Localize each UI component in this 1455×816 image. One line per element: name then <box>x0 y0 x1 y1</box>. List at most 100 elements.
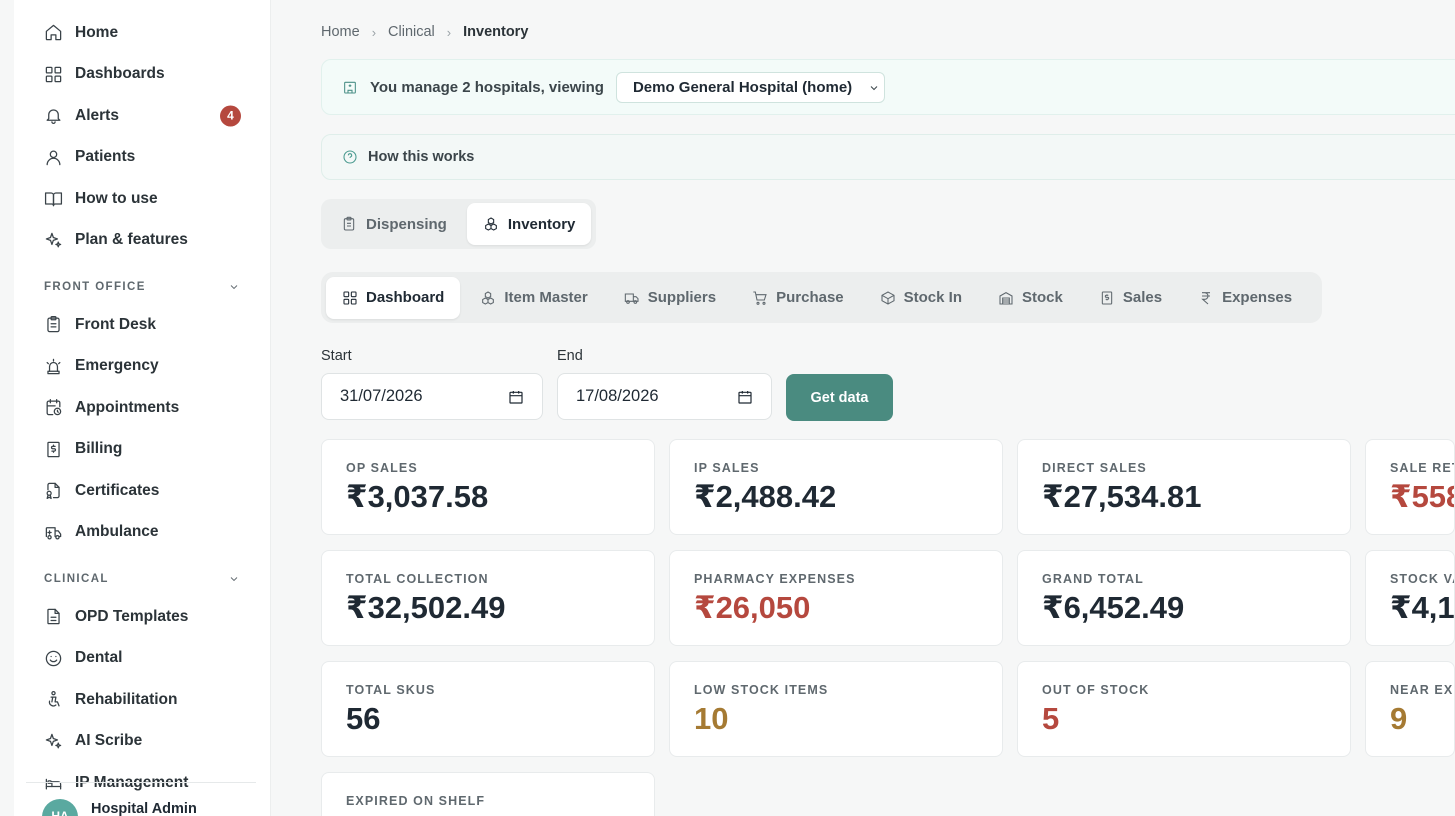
book-icon <box>44 192 63 207</box>
hospital-select[interactable]: Demo General Hospital (home) <box>615 71 885 103</box>
breadcrumb-current: Inventory <box>463 24 529 40</box>
tab-label: Item Master <box>504 289 588 306</box>
stat-value: ₹2,488.42 <box>694 479 837 514</box>
stat-label: NEAR EXP <box>1390 683 1454 697</box>
sidebar-item-patients[interactable]: Patients <box>14 137 270 179</box>
stat-label: OP SALES <box>346 461 418 475</box>
stat-card-grand-total: GRAND TOTAL ₹6,452.49 <box>1017 550 1351 646</box>
sidebar-item-label: Appointments <box>75 398 180 416</box>
hospital-select-value: Demo General Hospital (home) <box>632 78 853 96</box>
tab-label: Suppliers <box>647 289 717 306</box>
stat-label: GRAND TOTAL <box>1042 572 1144 586</box>
sidebar-item-label: Dashboards <box>75 65 165 83</box>
rupee-icon <box>1201 291 1211 304</box>
section-header-clinical[interactable]: CLINICAL <box>14 553 270 596</box>
calendar-icon[interactable] <box>508 389 524 405</box>
help-circle-icon <box>343 150 357 164</box>
bell-icon <box>46 109 61 125</box>
sidebar-item-appointments[interactable]: Appointments <box>14 387 270 429</box>
sidebar-item-label: Patients <box>75 148 136 166</box>
stat-value: 56 <box>346 701 381 736</box>
stat-label: STOCK VA <box>1390 572 1454 586</box>
stat-value: ₹6,452.49 <box>1042 590 1185 625</box>
user-name: Hospital Admin <box>91 801 197 816</box>
tab-label: Expenses <box>1222 289 1293 306</box>
grid-icon <box>45 66 62 83</box>
warehouse-icon <box>999 291 1013 305</box>
sidebar-item-rehabilitation[interactable]: Rehabilitation <box>14 679 270 721</box>
breadcrumb-clinical[interactable]: Clinical <box>388 24 435 40</box>
breadcrumb-home[interactable]: Home <box>321 24 360 40</box>
chevron-right-icon: › <box>371 24 377 40</box>
tab-dashboard[interactable]: Dashboard <box>326 276 461 319</box>
stat-value: ₹27,534.81 <box>1042 479 1202 514</box>
sidebar-item-front-desk[interactable]: Front Desk <box>14 304 270 346</box>
chevron-right-icon: › <box>446 24 452 40</box>
sidebar-item-home[interactable]: Home <box>14 12 270 54</box>
sidebar-item-label: OPD Templates <box>75 607 189 625</box>
sidebar-item-label: AI Scribe <box>75 732 143 750</box>
end-date-input[interactable]: 17/08/2026 <box>557 373 772 420</box>
get-data-button[interactable]: Get data <box>786 374 893 421</box>
sidebar-item-alerts[interactable]: Alerts 4 <box>14 95 270 137</box>
stat-label: TOTAL COLLECTION <box>346 572 489 586</box>
siren-icon <box>46 358 61 375</box>
stat-card-ip-sales: IP SALES ₹2,488.42 <box>669 439 1003 535</box>
hospital-switcher-bar: You manage 2 hospitals, viewing Demo Gen… <box>321 59 1455 115</box>
stat-value: ₹3,037.58 <box>346 479 489 514</box>
ambulance-icon <box>45 526 62 540</box>
tab-inventory[interactable]: Inventory <box>466 203 592 245</box>
sparkles-icon <box>45 733 62 749</box>
sidebar-item-ai-scribe[interactable]: AI Scribe <box>14 721 270 763</box>
sidebar-item-certificates[interactable]: Certificates <box>14 470 270 512</box>
stat-label: DIRECT SALES <box>1042 461 1147 475</box>
stat-value: ₹32,502.49 <box>346 590 506 625</box>
alerts-count-badge: 4 <box>220 105 241 127</box>
tab-label: Stock <box>1022 289 1063 306</box>
sidebar-item-label: Rehabilitation <box>75 690 178 708</box>
tab-purchase[interactable]: Purchase <box>736 277 860 319</box>
section-title: CLINICAL <box>44 572 109 585</box>
accessibility-icon <box>48 691 60 707</box>
grid-icon <box>343 290 357 305</box>
sidebar-item-dashboards[interactable]: Dashboards <box>14 54 270 96</box>
tab-stock[interactable]: Stock <box>982 277 1079 319</box>
boxes-icon <box>484 217 497 231</box>
tab-item-master[interactable]: Item Master <box>464 277 603 319</box>
calendar-icon[interactable] <box>737 389 753 405</box>
start-date-input[interactable]: 31/07/2026 <box>321 373 543 420</box>
chevron-down-icon <box>870 85 878 90</box>
stat-card-expired-on-shelf: EXPIRED ON SHELF <box>321 772 655 816</box>
sidebar-top-nav: Home Dashboards Alerts 4 Patients How to… <box>14 12 270 261</box>
end-date-label: End <box>557 348 583 364</box>
home-icon <box>45 24 62 41</box>
chevron-down-icon <box>230 284 238 289</box>
sidebar-item-emergency[interactable]: Emergency <box>14 346 270 388</box>
sidebar-item-how-to-use[interactable]: How to use <box>14 178 270 220</box>
stat-card-total-collection: TOTAL COLLECTION ₹32,502.49 <box>321 550 655 646</box>
tab-expenses[interactable]: Expenses <box>1182 277 1308 319</box>
stat-value: 10 <box>694 701 729 736</box>
stat-card-stock-value: STOCK VA ₹4,1 <box>1365 550 1455 646</box>
section-title: FRONT OFFICE <box>44 280 146 293</box>
sidebar-item-billing[interactable]: Billing <box>14 429 270 471</box>
stat-card-direct-sales: DIRECT SALES ₹27,534.81 <box>1017 439 1351 535</box>
sidebar-item-label: Certificates <box>75 481 160 499</box>
sidebar-item-dental[interactable]: Dental <box>14 638 270 680</box>
how-this-works-toggle[interactable]: How this works <box>321 134 1455 180</box>
sidebar-item-opd-templates[interactable]: OPD Templates <box>14 596 270 638</box>
tab-sales[interactable]: Sales <box>1083 277 1178 319</box>
section-header-front-office[interactable]: FRONT OFFICE <box>14 261 270 304</box>
tab-stock-in[interactable]: Stock In <box>864 277 978 319</box>
user-profile[interactable]: HA Hospital Admin <box>26 782 256 816</box>
stat-value: 9 <box>1390 701 1408 736</box>
start-date-label: Start <box>321 348 352 364</box>
sidebar-item-ambulance[interactable]: Ambulance <box>14 512 270 554</box>
tab-suppliers[interactable]: Suppliers <box>608 277 732 319</box>
sidebar-item-plan-features[interactable]: Plan & features <box>14 220 270 262</box>
stat-value: 5 <box>1042 701 1060 736</box>
clipboard-icon <box>47 316 60 333</box>
stat-label: OUT OF STOCK <box>1042 683 1150 697</box>
tab-dispensing[interactable]: Dispensing <box>325 203 463 245</box>
stat-label: EXPIRED ON SHELF <box>346 794 486 808</box>
